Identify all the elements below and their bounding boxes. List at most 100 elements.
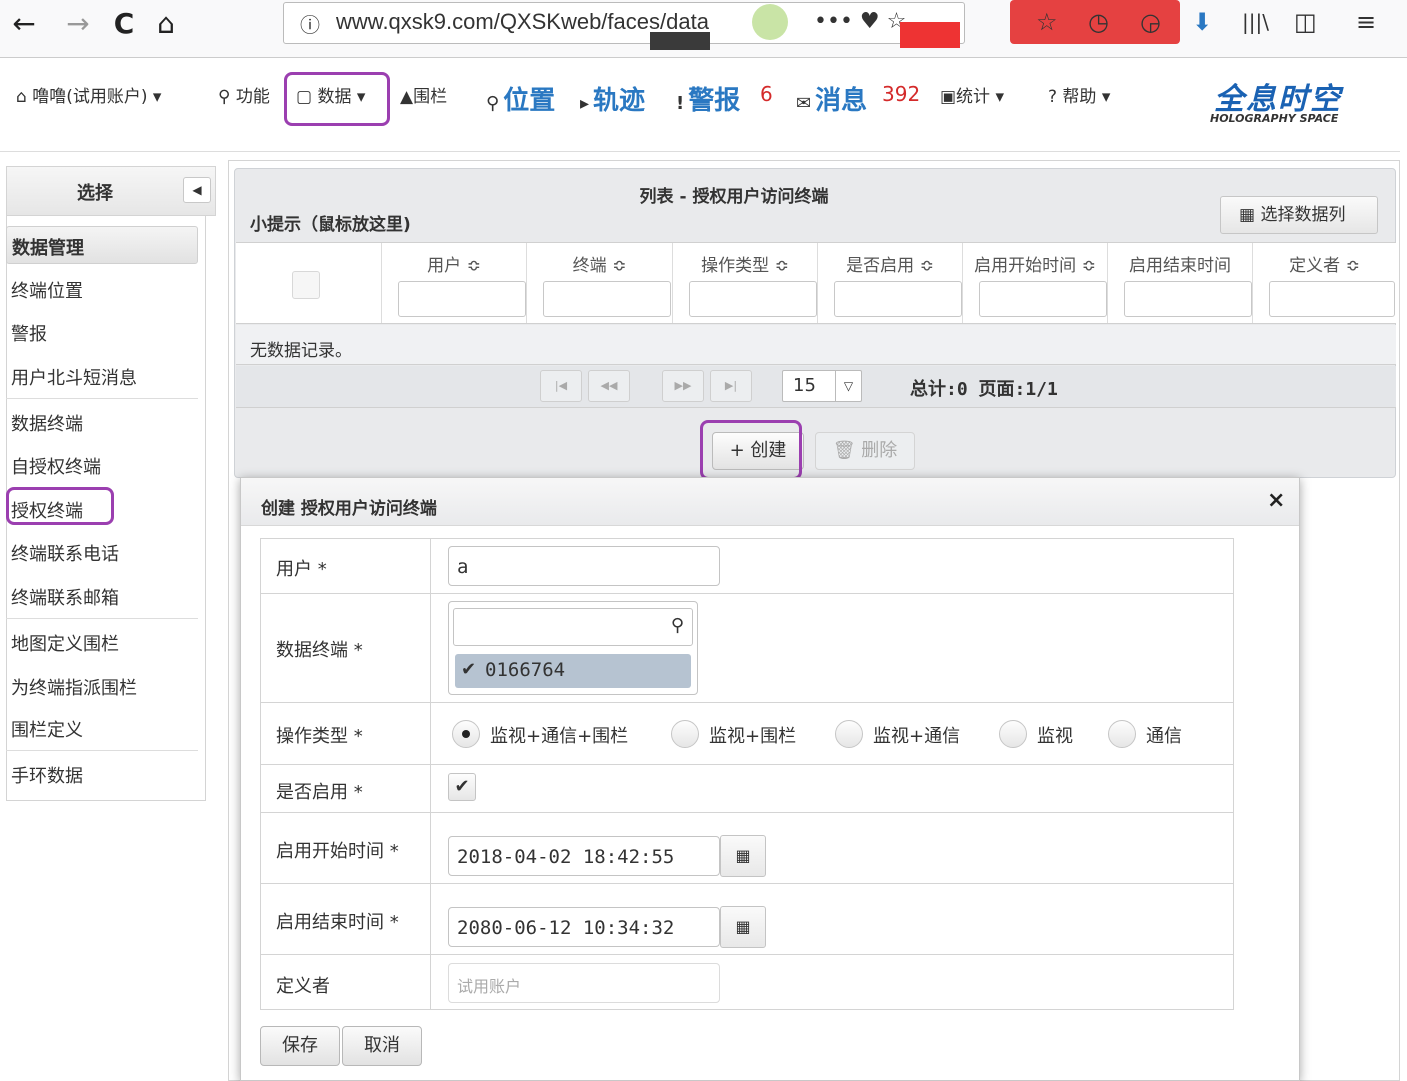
- delete-button[interactable]: 🗑 删除: [815, 432, 915, 470]
- column-operation-type[interactable]: 操作类型 ≎: [672, 243, 817, 323]
- alarm-count-badge: 6: [760, 82, 773, 106]
- filter-terminal-input[interactable]: [543, 281, 671, 317]
- cancel-button[interactable]: 取消: [342, 1026, 422, 1066]
- radio-op-0[interactable]: [452, 720, 480, 748]
- forward-icon[interactable]: →: [58, 6, 98, 42]
- select-columns-button[interactable]: ▦ 选择数据列: [1220, 196, 1378, 234]
- radio-op-4-label[interactable]: 通信: [1146, 722, 1182, 748]
- search-icon: ⚲: [670, 615, 684, 636]
- chevron-down-icon[interactable]: ▽: [835, 371, 861, 401]
- exclamation-icon: !: [676, 93, 685, 114]
- end-time-label: 启用结束时间 *: [276, 912, 399, 933]
- paginator: |◀ ◀◀ ▶▶ ▶| 15 ▽ 总计:0 页面:1/1: [236, 366, 1396, 408]
- radio-op-2-label[interactable]: 监视+通信: [873, 722, 960, 748]
- filter-start-input[interactable]: [979, 281, 1107, 317]
- library-icon[interactable]: |||\: [1242, 6, 1269, 38]
- sidebar-item-alarm[interactable]: 警报: [11, 320, 47, 346]
- radio-op-0-label[interactable]: 监视+通信+围栏: [490, 722, 628, 748]
- column-user[interactable]: 用户 ≎: [381, 243, 526, 323]
- column-enabled[interactable]: 是否启用 ≎: [817, 243, 962, 323]
- message-count-badge: 392: [882, 82, 921, 106]
- check-icon: ✔: [461, 659, 477, 680]
- collapse-left-icon[interactable]: ◀: [183, 177, 211, 203]
- sidebar-item-data-terminal[interactable]: 数据终端: [11, 410, 83, 436]
- terminal-option[interactable]: ✔ 0166764: [455, 654, 691, 688]
- filter-end-input[interactable]: [1124, 281, 1252, 317]
- sidebar-item-fence-definition[interactable]: 围栏定义: [11, 716, 83, 742]
- message-menu[interactable]: ✉ 消息: [796, 80, 867, 117]
- sidebar-item-assign-fence[interactable]: 为终端指派围栏: [11, 674, 137, 700]
- operation-label: 操作类型 *: [276, 726, 363, 747]
- sidebar-item-bracelet-data[interactable]: 手环数据: [11, 762, 83, 788]
- terminal-listbox[interactable]: ⚲ ✔ 0166764: [448, 601, 698, 695]
- start-time-input[interactable]: 2018-04-02 18:42:55: [448, 836, 720, 876]
- sidebar-category-data-management[interactable]: 数据管理: [6, 226, 198, 264]
- dialog-titlebar: 创建 授权用户访问终端 ×: [241, 478, 1299, 526]
- columns-icon: ▦: [1239, 205, 1261, 225]
- back-icon[interactable]: ←: [4, 6, 44, 42]
- close-icon[interactable]: ×: [1267, 488, 1285, 513]
- download-icon[interactable]: ⬇: [1192, 6, 1212, 38]
- radio-op-4[interactable]: [1108, 720, 1136, 748]
- terminal-filter-input[interactable]: ⚲: [453, 608, 693, 646]
- bookmark-star-icon[interactable]: ☆: [1036, 6, 1058, 38]
- calendar-icon[interactable]: ▦: [720, 835, 766, 877]
- last-page-icon[interactable]: ▶|: [710, 370, 752, 402]
- list-hint[interactable]: 小提示（鼠标放这里): [250, 210, 411, 235]
- radio-op-2[interactable]: [835, 720, 863, 748]
- column-end-time[interactable]: 启用结束时间: [1107, 243, 1252, 323]
- next-page-icon[interactable]: ▶▶: [662, 370, 704, 402]
- filter-user-input[interactable]: [398, 281, 526, 317]
- enabled-checkbox[interactable]: ✔: [448, 773, 476, 801]
- user-menu[interactable]: ⌂ 噜噜(试用账户) ▾: [16, 82, 161, 107]
- reload-icon[interactable]: C: [104, 6, 144, 42]
- page-total: 总计:0 页面:1/1: [910, 379, 1058, 400]
- prev-page-icon[interactable]: ◀◀: [588, 370, 630, 402]
- browser-toolbar: ← → C ⌂ ⓘ www.qxsk9.com/QXSKweb/faces/da…: [0, 0, 1407, 58]
- hamburger-menu-icon[interactable]: ≡: [1356, 6, 1376, 38]
- calendar-icon[interactable]: ▦: [720, 906, 766, 948]
- definer-label: 定义者: [276, 976, 330, 997]
- list-title: 列表 - 授权用户访问终端: [639, 187, 829, 207]
- position-menu[interactable]: ⚲ 位置: [486, 80, 555, 117]
- sidebar-item-terminal-email[interactable]: 终端联系邮箱: [11, 584, 119, 610]
- radio-op-3[interactable]: [999, 720, 1027, 748]
- radio-op-3-label[interactable]: 监视: [1037, 722, 1073, 748]
- sidebar-item-self-auth-terminal[interactable]: 自授权终端: [11, 453, 101, 479]
- track-menu[interactable]: ▸ 轨迹: [580, 80, 645, 117]
- sidebar-item-terminal-position[interactable]: 终端位置: [11, 277, 83, 303]
- save-button[interactable]: 保存: [260, 1026, 340, 1066]
- end-time-input[interactable]: 2080-06-12 10:34:32: [448, 907, 720, 947]
- chat-icon: ✉: [796, 93, 812, 114]
- filter-definer-input[interactable]: [1269, 281, 1395, 317]
- sidebar-item-terminal-phone[interactable]: 终端联系电话: [11, 540, 119, 566]
- function-menu[interactable]: ⚲ 功能: [218, 82, 270, 107]
- select-all-checkbox[interactable]: [292, 271, 320, 299]
- stats-menu[interactable]: ▣统计 ▾: [940, 82, 1004, 107]
- help-menu[interactable]: ? 帮助 ▾: [1048, 82, 1110, 107]
- radio-op-1[interactable]: [671, 720, 699, 748]
- info-icon[interactable]: ⓘ: [300, 9, 320, 38]
- fence-menu[interactable]: ▲围栏: [400, 82, 447, 107]
- column-start-time[interactable]: 启用开始时间 ≎: [962, 243, 1107, 323]
- column-terminal[interactable]: 终端 ≎: [526, 243, 672, 323]
- auth-terminal-highlight: [6, 487, 114, 525]
- form-row-user: 用户 *: [260, 538, 1234, 594]
- clock-icon[interactable]: ◷: [1088, 6, 1109, 38]
- sidebar-item-beidou-message[interactable]: 用户北斗短消息: [11, 364, 137, 390]
- select-all-column: [236, 243, 381, 323]
- user-input[interactable]: a: [448, 546, 720, 586]
- sidebar-item-map-fence[interactable]: 地图定义围栏: [11, 630, 119, 656]
- history-icon[interactable]: ◶: [1140, 6, 1161, 38]
- sidebar-divider: [6, 750, 198, 751]
- sidebar-toggle-icon[interactable]: ◫: [1294, 6, 1317, 38]
- filter-enabled-input[interactable]: [834, 281, 962, 317]
- home-icon[interactable]: ⌂: [146, 6, 186, 42]
- filter-operation-input[interactable]: [689, 281, 817, 317]
- alarm-menu[interactable]: ! 警报: [676, 80, 740, 117]
- column-definer[interactable]: 定义者 ≎: [1252, 243, 1396, 323]
- first-page-icon[interactable]: |◀: [540, 370, 582, 402]
- rows-per-page-select[interactable]: 15 ▽: [782, 370, 862, 402]
- radio-op-1-label[interactable]: 监视+围栏: [709, 722, 796, 748]
- form-row-terminal: 数据终端 *: [260, 594, 1234, 703]
